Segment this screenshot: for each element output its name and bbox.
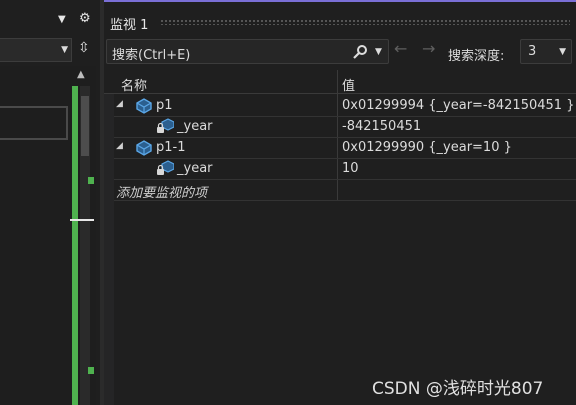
- search-depth-label: 搜索深度:: [448, 49, 505, 64]
- caret-position-marker: [70, 219, 94, 221]
- search-placeholder: 搜索(Ctrl+E): [112, 48, 191, 63]
- search-next-icon[interactable]: →: [422, 41, 435, 57]
- split-view-icon[interactable]: ⇳: [78, 41, 90, 55]
- grid-header: 名称 值: [104, 70, 576, 94]
- left-pane-selector[interactable]: ▼: [0, 38, 72, 62]
- search-previous-icon[interactable]: ←: [394, 41, 407, 57]
- watch-item-value[interactable]: -842150451: [342, 119, 421, 134]
- collapse-icon[interactable]: ◢: [116, 99, 123, 109]
- watermark: CSDN @浅碎时光807: [372, 379, 544, 399]
- object-icon: [135, 97, 153, 114]
- watch-window: 监视 1 搜索(Ctrl+E) ▼ ← → 搜索深度: 3 ▼ 名称 值 ◢ p…: [104, 0, 576, 405]
- search-depth-select[interactable]: 3 ▼: [520, 39, 572, 64]
- watch-item-name[interactable]: p1-1: [156, 140, 186, 155]
- chevron-down-icon[interactable]: ▼: [61, 45, 68, 55]
- watch-item-name[interactable]: _year: [177, 161, 213, 176]
- search-depth-value: 3: [528, 44, 537, 59]
- editor-highlight-box: [0, 106, 68, 140]
- watch-title: 监视 1: [110, 18, 149, 33]
- change-indicator-bar: [72, 86, 78, 405]
- chevron-down-icon[interactable]: ▼: [559, 47, 566, 57]
- gear-icon[interactable]: ⚙: [79, 12, 91, 25]
- editor-scrollbar[interactable]: ▲: [70, 66, 96, 405]
- private-field-icon: [156, 118, 175, 135]
- search-options-dropdown-icon[interactable]: ▼: [375, 47, 382, 57]
- watch-row[interactable]: _year 10: [114, 158, 576, 180]
- change-marker: [88, 177, 94, 184]
- drag-grip[interactable]: [160, 19, 570, 25]
- watch-toolbar: 搜索(Ctrl+E) ▼ ← → 搜索深度: 3 ▼: [104, 37, 576, 67]
- column-header-value[interactable]: 值: [342, 75, 355, 94]
- watch-row[interactable]: ◢ p1 0x01299994 {_year=-842150451 }: [114, 95, 576, 117]
- watch-row[interactable]: _year -842150451: [114, 116, 576, 138]
- add-watch-row[interactable]: 添加要监视的项: [114, 179, 576, 201]
- scroll-thumb[interactable]: [81, 96, 89, 156]
- watch-item-value[interactable]: 0x01299994 {_year=-842150451 }: [342, 98, 574, 113]
- watch-grid: 名称 值 ◢ p1 0x01299994 {_year=-842150451 } _y…: [104, 70, 576, 405]
- watch-item-value[interactable]: 0x01299990 {_year=10 }: [342, 140, 512, 155]
- watch-row[interactable]: ◢ p1-1 0x01299990 {_year=10 }: [114, 137, 576, 159]
- code-editor-area[interactable]: [0, 66, 70, 405]
- add-watch-placeholder[interactable]: 添加要监视的项: [116, 182, 207, 201]
- grid-gutter: [104, 70, 114, 405]
- watch-title-bar[interactable]: 监视 1: [104, 2, 576, 36]
- watch-item-value[interactable]: 10: [342, 161, 359, 176]
- scroll-up-icon[interactable]: ▲: [77, 70, 85, 80]
- object-icon: [135, 139, 153, 156]
- change-marker: [88, 367, 94, 374]
- watch-item-name[interactable]: _year: [177, 119, 213, 134]
- collapse-icon[interactable]: ◢: [116, 141, 123, 151]
- left-pane-header: ▼ ⚙: [0, 0, 104, 36]
- watch-item-name[interactable]: p1: [156, 98, 173, 113]
- private-field-icon: [156, 160, 175, 177]
- left-pane-toolbar: ▼ ⇳: [0, 37, 104, 64]
- app-root: ▼ ⚙ ▼ ⇳ ▲ 监视 1 搜索(Ctrl+E) ▼ ← → 搜索深度: 3 …: [0, 0, 576, 405]
- search-icon[interactable]: [352, 44, 368, 60]
- left-pane: ▼ ⚙ ▼ ⇳ ▲: [0, 0, 104, 405]
- left-pane-dropdown-icon[interactable]: ▼: [58, 15, 66, 25]
- search-input[interactable]: 搜索(Ctrl+E) ▼: [106, 39, 389, 64]
- column-header-name[interactable]: 名称: [121, 75, 147, 94]
